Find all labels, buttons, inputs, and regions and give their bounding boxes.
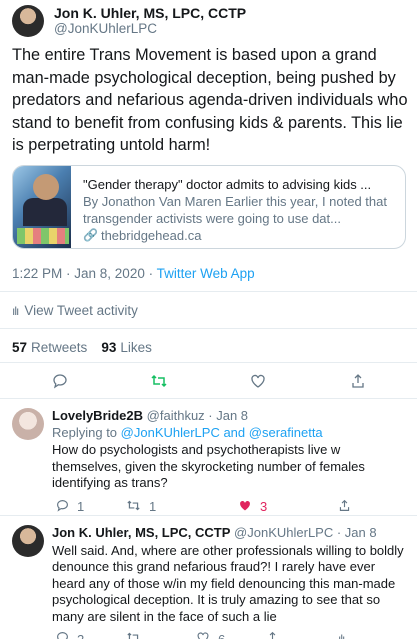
reply-count: 1 [77, 499, 85, 514]
card-title: "Gender therapy" doctor admits to advisi… [83, 177, 372, 192]
reply-content: Jon K. Uhler, MS, LPC, CCTP @JonKUhlerLP… [52, 525, 410, 639]
share-button[interactable] [338, 499, 351, 517]
like-icon[interactable] [250, 373, 266, 393]
reply-actions: 1 1 3 [52, 499, 410, 517]
retweet-button[interactable] [126, 631, 149, 639]
card-domain-text: thebridgehead.ca [100, 228, 202, 243]
analytics-button[interactable]: ılı [338, 631, 345, 639]
retweet-icon [126, 631, 141, 639]
reply-date[interactable]: · Jan 8 [208, 408, 248, 423]
reply-author-handle[interactable]: @faithkuz [147, 408, 205, 423]
divider [0, 398, 417, 399]
share-icon [266, 631, 279, 639]
tweet-author[interactable]: Jon K. Uhler, MS, LPC, CCTP @JonKUhlerLP… [12, 4, 246, 38]
retweets-stat[interactable]: 57 Retweets [12, 340, 87, 355]
reply-text: Well said. And, where are other professi… [52, 542, 404, 624]
replying-to: Replying to @JonKUhlerLPC and @serafinet… [52, 425, 410, 442]
reply-avatar[interactable] [12, 525, 44, 557]
view-tweet-activity[interactable]: ılı View Tweet activity [12, 303, 138, 318]
replying-prefix: Replying to [52, 424, 121, 440]
author-avatar[interactable] [12, 5, 44, 37]
divider [0, 362, 417, 363]
like-button[interactable]: 6 [196, 631, 225, 639]
reply-icon [56, 499, 69, 517]
likes-stat[interactable]: 93 Likes [101, 340, 152, 355]
card-body: "Gender therapy" doctor admits to advisi… [71, 166, 405, 248]
reply-author-name[interactable]: Jon K. Uhler, MS, LPC, CCTP [52, 525, 230, 540]
share-button[interactable] [266, 631, 279, 639]
retweets-label: Retweets [31, 340, 88, 355]
card-thumbnail [13, 166, 71, 248]
reply-count: 2 [77, 631, 85, 639]
activity-label: View Tweet activity [24, 303, 138, 318]
analytics-icon: ılı [338, 632, 345, 639]
reply-author-handle[interactable]: @JonKUhlerLPC [234, 525, 333, 540]
reply-button[interactable]: 2 [56, 631, 84, 639]
reply-icon[interactable] [52, 373, 68, 393]
divider [0, 291, 417, 292]
reply-header: LovelyBride2B @faithkuz · Jan 8 [52, 408, 410, 425]
like-button[interactable]: 3 [238, 499, 267, 517]
card-description: By Jonathon Van Maren Earlier this year,… [83, 194, 387, 226]
reply-date[interactable]: · Jan 8 [337, 525, 377, 540]
share-icon [338, 499, 351, 517]
retweet-icon[interactable] [150, 373, 168, 393]
reply-actions: 2 6 ılı [52, 631, 410, 639]
author-display-name[interactable]: Jon K. Uhler, MS, LPC, CCTP [54, 5, 246, 21]
tweet-stats: 57 Retweets 93 Likes [12, 340, 166, 355]
mention-link[interactable]: @JonKUhlerLPC [121, 425, 220, 440]
tweet-meta: 1:22 PM · Jan 8, 2020 · Twitter Web App [12, 266, 255, 281]
divider [0, 328, 417, 329]
author-names: Jon K. Uhler, MS, LPC, CCTP @JonKUhlerLP… [54, 5, 246, 37]
tweet-text: The entire Trans Movement is based upon … [12, 46, 408, 154]
reply-header: Jon K. Uhler, MS, LPC, CCTP @JonKUhlerLP… [52, 525, 410, 542]
link-icon: 🔗 [83, 228, 98, 242]
replying-and: and [219, 424, 249, 440]
reply-button[interactable]: 1 [56, 499, 84, 517]
tweet-timestamp[interactable]: 1:22 PM · Jan 8, 2020 · [12, 266, 157, 281]
author-handle[interactable]: @JonKUhlerLPC [54, 21, 246, 37]
reply-author-name[interactable]: LovelyBride2B [52, 408, 143, 423]
retweet-icon [126, 499, 141, 517]
reply-text: How do psychologists and psychotherapist… [52, 442, 365, 490]
likes-label: Likes [120, 340, 152, 355]
mention-link[interactable]: @serafinetta [249, 425, 323, 440]
like-icon [238, 499, 252, 517]
reply-content: LovelyBride2B @faithkuz · Jan 8 Replying… [52, 408, 410, 517]
activity-bars-icon: ılı [12, 303, 19, 318]
retweets-count: 57 [12, 340, 28, 355]
reply-icon [56, 631, 69, 639]
tweet-source[interactable]: Twitter Web App [157, 266, 255, 281]
retweet-count: 1 [149, 499, 157, 514]
like-icon [196, 631, 210, 639]
retweet-button[interactable]: 1 [126, 499, 156, 517]
link-card[interactable]: "Gender therapy" doctor admits to advisi… [12, 165, 406, 249]
share-icon[interactable] [350, 373, 366, 393]
divider [0, 515, 417, 516]
tweet-actions [0, 373, 417, 393]
reply-avatar[interactable] [12, 408, 44, 440]
like-count: 6 [218, 631, 226, 639]
like-count: 3 [260, 499, 268, 514]
likes-count: 93 [101, 340, 117, 355]
card-domain: 🔗 thebridgehead.ca [83, 227, 395, 244]
